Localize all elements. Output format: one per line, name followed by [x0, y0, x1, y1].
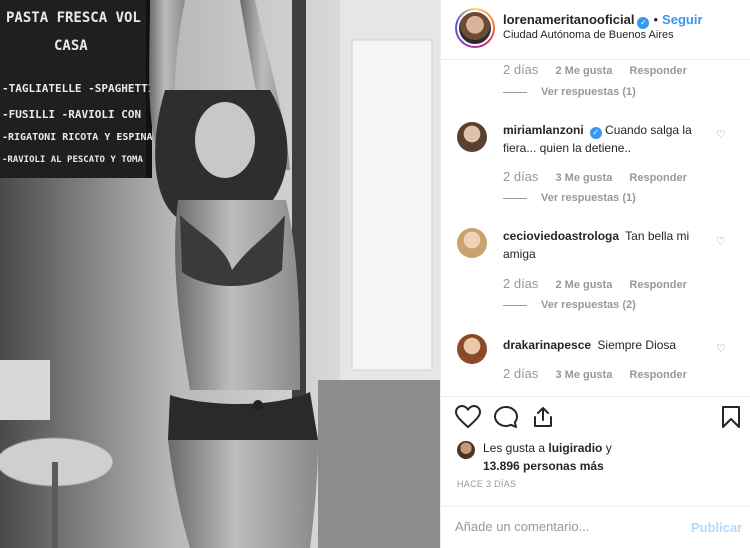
post-photo[interactable]: PASTA FRESCA VOL CASA -TAGLIATELLE -SPAG…	[0, 0, 440, 548]
avatar-image	[457, 10, 493, 46]
comment-age[interactable]: 2 días	[503, 62, 538, 77]
verified-badge-icon: ✓	[637, 17, 650, 29]
commenter-avatar[interactable]	[457, 228, 487, 258]
comment-meta: 2 días 2 Me gusta Responder	[503, 62, 701, 77]
author-avatar[interactable]	[455, 8, 495, 48]
add-comment-bar: Publicar	[441, 506, 750, 548]
publish-button[interactable]: Publicar	[691, 520, 742, 535]
post-header: lorenameritanooficial ✓ • Seguir Ciudad Aut…	[441, 0, 750, 60]
commenter-avatar[interactable]	[457, 122, 487, 152]
author-username[interactable]: lorenameritanooficial	[503, 12, 634, 27]
reply-button[interactable]: Responder	[629, 279, 686, 291]
comment-likes[interactable]: 2 Me gusta	[555, 65, 612, 77]
comment-text: cecioviedoastrologa Tan bella mi amiga	[503, 227, 707, 263]
small-heart-icon[interactable]: ♡	[716, 235, 726, 248]
post-actions: Les gusta a luigiradio y 13.896 personas…	[441, 396, 750, 496]
replies-divider	[503, 91, 527, 93]
post-sidebar: lorenameritanooficial ✓ • Seguir Ciudad Aut…	[440, 0, 750, 548]
separator-dot: •	[653, 12, 659, 27]
photo-illustration: PASTA FRESCA VOL CASA -TAGLIATELLE -SPAG…	[0, 0, 440, 548]
view-replies-button[interactable]: Ver respuestas (1)	[503, 86, 636, 98]
view-replies-label: Ver respuestas (2)	[541, 299, 636, 311]
comment-age[interactable]: 2 días	[503, 366, 538, 381]
reply-button[interactable]: Responder	[629, 65, 686, 77]
comment-icon[interactable]	[493, 405, 519, 429]
commenter-username[interactable]: drakarinapesce	[503, 338, 591, 352]
comment-likes[interactable]: 2 Me gusta	[555, 279, 612, 291]
post-location[interactable]: Ciudad Autónoma de Buenos Aires	[503, 29, 674, 41]
chalk-line: -RAVIOLI AL PESCATO Y TOMA	[2, 155, 143, 165]
chalk-line: CASA	[54, 38, 88, 54]
comment-text: miriamlanzoni ✓ Cuando salga la fiera... …	[503, 121, 707, 157]
chalk-line: -FUSILLI -RAVIOLI CON	[2, 108, 141, 121]
likes-prefix: Les gusta a	[483, 441, 546, 455]
comment-likes[interactable]: 3 Me gusta	[555, 369, 612, 381]
chalk-line: -RIGATONI RICOTA Y ESPINA	[2, 132, 153, 143]
chalk-line: -TAGLIATELLE -SPAGHETTI	[2, 82, 154, 95]
post-time-ago[interactable]: HACE 3 DÍAS	[457, 479, 516, 489]
author-line: lorenameritanooficial ✓ • Seguir	[503, 12, 703, 29]
view-replies-button[interactable]: Ver respuestas (1)	[503, 192, 636, 204]
comment-meta: 2 días 3 Me gusta Responder	[503, 366, 701, 381]
reply-button[interactable]: Responder	[629, 172, 686, 184]
commenter-username[interactable]: cecioviedoastrologa	[503, 229, 619, 243]
liker-avatar[interactable]	[457, 441, 475, 459]
comments-list[interactable]: 2 días 2 Me gusta Responder Ver respuest…	[441, 60, 750, 396]
view-replies-label: Ver respuestas (1)	[541, 86, 636, 98]
replies-divider	[503, 197, 527, 199]
share-icon[interactable]	[531, 405, 555, 429]
chalk-line: PASTA FRESCA VOL	[6, 10, 141, 26]
comment-meta: 2 días 3 Me gusta Responder	[503, 169, 701, 184]
small-heart-icon[interactable]: ♡	[716, 128, 726, 141]
commenter-username[interactable]: miriamlanzoni	[503, 123, 584, 137]
verified-badge-icon: ✓	[589, 127, 602, 139]
comment-age[interactable]: 2 días	[503, 169, 538, 184]
follow-button[interactable]: Seguir	[662, 12, 702, 27]
likes-and: y	[605, 441, 612, 455]
comment-input[interactable]	[455, 519, 675, 534]
likes-count[interactable]: 13.896 personas más	[483, 459, 604, 473]
small-heart-icon[interactable]: ♡	[716, 342, 726, 355]
bookmark-icon[interactable]	[721, 405, 741, 429]
comment-text: drakarinapesce Siempre Diosa	[503, 336, 707, 354]
comment-likes[interactable]: 3 Me gusta	[555, 172, 612, 184]
commenter-avatar[interactable]	[457, 334, 487, 364]
view-replies-label: Ver respuestas (1)	[541, 192, 636, 204]
heart-icon[interactable]	[455, 405, 481, 429]
comment-age[interactable]: 2 días	[503, 276, 538, 291]
replies-divider	[503, 304, 527, 306]
likes-text: Les gusta a luigiradio y 13.896 personas…	[483, 439, 612, 475]
comment-body: Siempre Diosa	[597, 338, 677, 352]
view-replies-button[interactable]: Ver respuestas (2)	[503, 299, 636, 311]
reply-button[interactable]: Responder	[629, 369, 686, 381]
liked-by-username[interactable]: luigiradio	[548, 441, 602, 455]
comment-meta: 2 días 2 Me gusta Responder	[503, 276, 701, 291]
